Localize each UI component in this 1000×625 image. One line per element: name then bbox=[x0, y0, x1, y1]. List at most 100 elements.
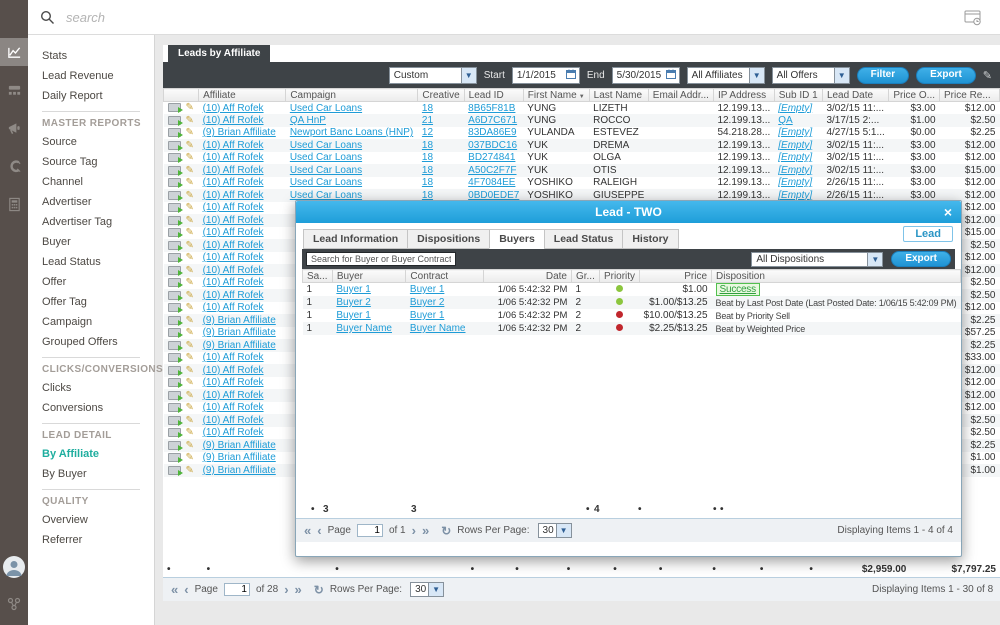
edit-lead-pencil-icon[interactable]: ✎ bbox=[186, 165, 194, 176]
col-header-campaign[interactable]: Campaign bbox=[286, 89, 418, 102]
close-icon[interactable]: × bbox=[944, 203, 952, 221]
sidebar-item-referrer[interactable]: Referrer bbox=[28, 530, 154, 550]
col-header-sa[interactable]: Sa... bbox=[303, 270, 333, 283]
affiliate-link[interactable]: (10) Aff Rofek bbox=[203, 165, 264, 176]
edit-lead-pencil-icon[interactable]: ✎ bbox=[186, 290, 194, 301]
prev-page-icon[interactable]: ‹ bbox=[184, 582, 188, 597]
sidebar-item-conversions[interactable]: Conversions bbox=[28, 398, 154, 418]
affiliate-link[interactable]: (10) Aff Rofek bbox=[203, 202, 264, 213]
edit-lead-pencil-icon[interactable]: ✎ bbox=[186, 265, 194, 276]
affiliate-link[interactable]: (9) Brian Affiliate bbox=[203, 315, 276, 326]
tab-lead-status[interactable]: Lead Status bbox=[544, 229, 624, 249]
lead-button[interactable]: Lead bbox=[903, 226, 953, 242]
calendar-icon[interactable] bbox=[566, 69, 576, 82]
modal-export-button[interactable]: Export bbox=[891, 251, 951, 267]
col-header-price-re[interactable]: Price Re... bbox=[940, 89, 1000, 102]
col-header-affiliate[interactable]: Affiliate bbox=[199, 89, 286, 102]
table-row[interactable]: ✎(10) Aff RofekUsed Car Loans188B65F81BY… bbox=[164, 102, 1000, 115]
post-lead-icon[interactable] bbox=[168, 291, 181, 300]
creative-link[interactable]: 18 bbox=[422, 140, 433, 151]
lead-id-link[interactable]: BD274841 bbox=[468, 152, 515, 163]
sidebar-item-lead-revenue[interactable]: Lead Revenue bbox=[28, 66, 154, 86]
global-search-input[interactable] bbox=[66, 7, 366, 27]
filter-button[interactable]: Filter bbox=[857, 67, 909, 84]
sidebar-item-clicks[interactable]: Clicks bbox=[28, 378, 154, 398]
sidebar-item-offer[interactable]: Offer bbox=[28, 272, 154, 292]
success-badge[interactable]: Success bbox=[716, 283, 760, 296]
edit-lead-pencil-icon[interactable]: ✎ bbox=[186, 415, 194, 426]
creative-link[interactable]: 18 bbox=[422, 165, 433, 176]
edit-lead-pencil-icon[interactable]: ✎ bbox=[186, 465, 194, 476]
col-header-creative[interactable]: Creative bbox=[418, 89, 464, 102]
lead-id-link[interactable]: A6D7C671 bbox=[468, 115, 517, 126]
table-row[interactable]: ✎(10) Aff RofekQA HnP21A6D7C671YUNGROCCO… bbox=[164, 114, 1000, 127]
edit-lead-pencil-icon[interactable]: ✎ bbox=[186, 452, 194, 463]
first-page-icon[interactable]: « bbox=[304, 523, 311, 538]
table-row[interactable]: ✎(10) Aff RofekUsed Car Loans18037BDC16Y… bbox=[164, 139, 1000, 152]
sidebar-item-source[interactable]: Source bbox=[28, 132, 154, 152]
col-header-first-name[interactable]: First Name▼ bbox=[523, 89, 589, 102]
calendar-icon[interactable] bbox=[666, 69, 676, 82]
end-date-input[interactable]: 5/30/2015 bbox=[612, 67, 680, 84]
start-date-input[interactable]: 1/1/2015 bbox=[512, 67, 580, 84]
modules-icon[interactable] bbox=[0, 76, 28, 104]
post-lead-icon[interactable] bbox=[168, 391, 181, 400]
page-input[interactable] bbox=[357, 524, 383, 537]
buyer-row[interactable]: 1Buyer 2Buyer 21/06 5:42:32 PM2$1.00/$13… bbox=[303, 296, 961, 309]
table-row[interactable]: ✎(10) Aff RofekUsed Car Loans184F7084EEY… bbox=[164, 177, 1000, 190]
edit-lead-pencil-icon[interactable]: ✎ bbox=[186, 352, 194, 363]
edit-lead-pencil-icon[interactable]: ✎ bbox=[186, 115, 194, 126]
post-lead-icon[interactable] bbox=[168, 178, 181, 187]
rows-per-page-select[interactable]: 30 ▼ bbox=[410, 582, 444, 597]
buyer-row[interactable]: 1Buyer 1Buyer 11/06 5:42:32 PM2$10.00/$1… bbox=[303, 309, 961, 322]
post-lead-icon[interactable] bbox=[168, 253, 181, 262]
buyer-link[interactable]: Buyer Name bbox=[336, 323, 392, 334]
first-page-icon[interactable]: « bbox=[171, 582, 178, 597]
campaign-link[interactable]: Used Car Loans bbox=[290, 152, 362, 163]
col-header-ip-address[interactable]: IP Address bbox=[713, 89, 774, 102]
post-lead-icon[interactable] bbox=[168, 353, 181, 362]
table-row[interactable]: ✎(9) Brian AffiliateNewport Banc Loans (… bbox=[164, 127, 1000, 140]
campaign-link[interactable]: Newport Banc Loans (HNP) bbox=[290, 127, 413, 138]
sidebar-item-by-affiliate[interactable]: By Affiliate bbox=[28, 444, 154, 464]
edit-lead-pencil-icon[interactable]: ✎ bbox=[186, 302, 194, 313]
contract-link[interactable]: Buyer 1 bbox=[410, 310, 444, 321]
affiliate-link[interactable]: (10) Aff Rofek bbox=[203, 427, 264, 438]
post-lead-icon[interactable] bbox=[168, 103, 181, 112]
last-page-icon[interactable]: » bbox=[295, 582, 302, 597]
sidebar-item-source-tag[interactable]: Source Tag bbox=[28, 152, 154, 172]
post-lead-icon[interactable] bbox=[168, 166, 181, 175]
sub-id-link[interactable]: [Empty] bbox=[778, 165, 812, 176]
edit-lead-pencil-icon[interactable]: ✎ bbox=[186, 177, 194, 188]
lead-id-link[interactable]: 4F7084EE bbox=[468, 177, 515, 188]
sub-id-link[interactable]: [Empty] bbox=[778, 127, 812, 138]
post-lead-icon[interactable] bbox=[168, 191, 181, 200]
col-header-sub-id-1[interactable]: Sub ID 1 bbox=[774, 89, 822, 102]
page-input[interactable] bbox=[224, 583, 250, 596]
next-page-icon[interactable]: › bbox=[412, 523, 416, 538]
post-lead-icon[interactable] bbox=[168, 128, 181, 137]
col-header-gr[interactable]: Gr... bbox=[571, 270, 599, 283]
edit-lead-pencil-icon[interactable]: ✎ bbox=[186, 227, 194, 238]
user-avatar[interactable] bbox=[3, 556, 25, 578]
affiliate-link[interactable]: (10) Aff Rofek bbox=[203, 152, 264, 163]
post-lead-icon[interactable] bbox=[168, 278, 181, 287]
edit-lead-pencil-icon[interactable]: ✎ bbox=[186, 315, 194, 326]
buyer-link[interactable]: Buyer 1 bbox=[336, 310, 370, 321]
tab-leads-by-affiliate[interactable]: Leads by Affiliate bbox=[168, 45, 270, 62]
post-lead-icon[interactable] bbox=[168, 316, 181, 325]
affiliate-link[interactable]: (10) Aff Rofek bbox=[203, 265, 264, 276]
affiliate-link[interactable]: (9) Brian Affiliate bbox=[203, 340, 276, 351]
edit-lead-pencil-icon[interactable]: ✎ bbox=[186, 190, 194, 201]
tab-history[interactable]: History bbox=[622, 229, 678, 249]
edit-lead-pencil-icon[interactable]: ✎ bbox=[186, 127, 194, 138]
buyer-link[interactable]: Buyer 2 bbox=[336, 297, 370, 308]
sidebar-item-overview[interactable]: Overview bbox=[28, 510, 154, 530]
creative-link[interactable]: 18 bbox=[422, 152, 433, 163]
edit-lead-pencil-icon[interactable]: ✎ bbox=[186, 140, 194, 151]
sidebar-item-grouped-offers[interactable]: Grouped Offers bbox=[28, 332, 154, 352]
affiliate-link[interactable]: (9) Brian Affiliate bbox=[203, 452, 276, 463]
buyer-row[interactable]: 1Buyer 1Buyer 11/06 5:42:32 PM1$1.00Succ… bbox=[303, 283, 961, 297]
sub-id-link[interactable]: QA bbox=[778, 115, 792, 126]
post-lead-icon[interactable] bbox=[168, 341, 181, 350]
